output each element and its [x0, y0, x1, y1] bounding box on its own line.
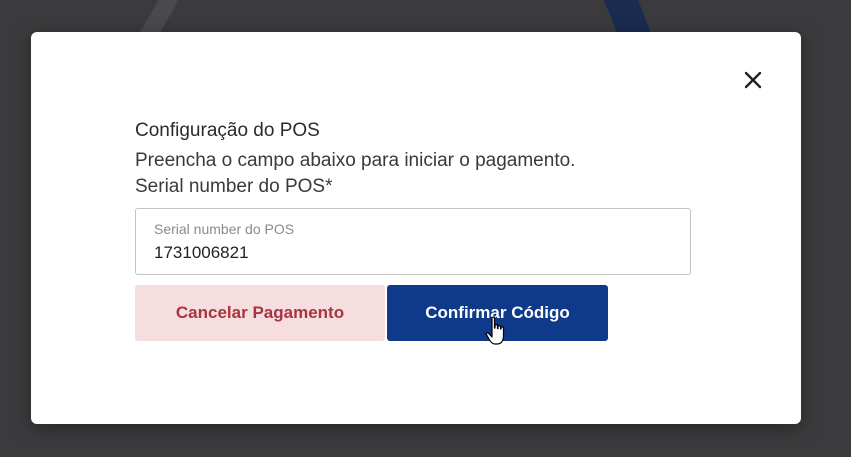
serial-number-input[interactable]	[154, 243, 674, 263]
serial-number-label: Serial number do POS*	[135, 176, 333, 197]
modal-title: Configuração do POS	[135, 120, 320, 141]
modal-description: Preencha o campo abaixo para iniciar o p…	[135, 150, 576, 171]
cancel-payment-button[interactable]: Cancelar Pagamento	[135, 285, 385, 341]
serial-number-field[interactable]: Serial number do POS	[135, 208, 691, 275]
close-icon	[744, 71, 762, 89]
serial-number-floating-label: Serial number do POS	[154, 221, 295, 237]
hand-pointer-cursor-icon	[485, 316, 505, 345]
close-button[interactable]	[739, 66, 767, 94]
pos-config-modal: Configuração do POS Preencha o campo aba…	[31, 32, 801, 424]
